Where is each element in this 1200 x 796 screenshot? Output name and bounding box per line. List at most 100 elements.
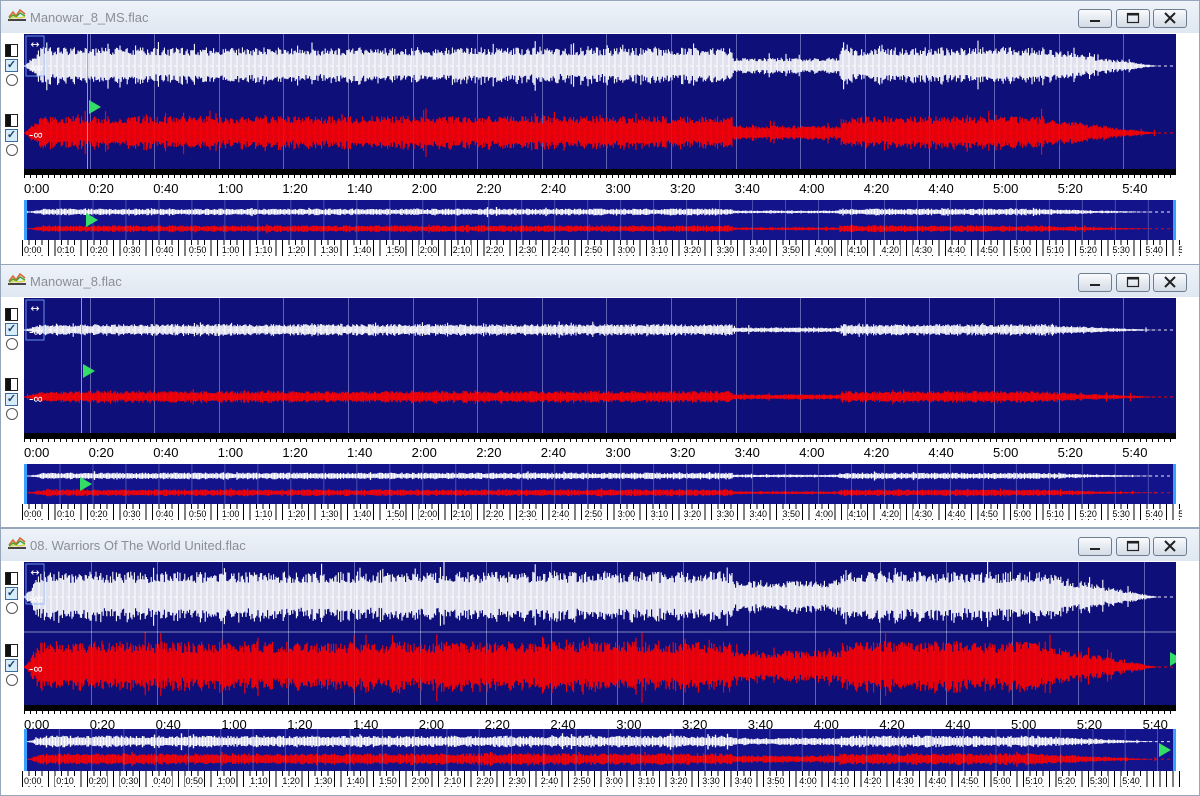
- play-marker-icon[interactable]: [1159, 743, 1171, 757]
- minimize-button[interactable]: [1078, 9, 1112, 28]
- overview-tick-label: 4:10: [847, 509, 868, 519]
- svg-text:↔: ↔: [30, 38, 39, 51]
- overview-tick-label: 1:30: [319, 509, 340, 519]
- channel-selector[interactable]: [5, 644, 18, 657]
- waveform-icon: [8, 8, 26, 22]
- time-tick-label: 0:20: [88, 445, 114, 460]
- time-tick-label: 2:00: [411, 181, 437, 196]
- overview-tick-label: 1:10: [249, 776, 269, 786]
- overview-tick-label: 5:00: [1012, 509, 1032, 519]
- overview-tick-label: 1:10: [253, 245, 274, 255]
- close-button[interactable]: [1153, 9, 1187, 28]
- overview-tick-label: 5:20: [1056, 776, 1077, 786]
- channel-solo-radio[interactable]: [6, 74, 18, 86]
- time-tick-label: 2:20: [476, 445, 502, 460]
- channel-enable-checkbox[interactable]: ✓: [5, 659, 18, 672]
- overview-tick-label: 1:40: [352, 245, 373, 255]
- channel-solo-radio[interactable]: [6, 144, 18, 156]
- play-marker-icon[interactable]: [86, 213, 98, 227]
- overview-tick-label: 1:00: [216, 776, 237, 786]
- title-bar[interactable]: Manowar_8.flac: [1, 265, 1199, 297]
- minimize-button[interactable]: [1078, 273, 1112, 292]
- play-marker-icon[interactable]: [80, 477, 92, 491]
- waveform-main[interactable]: ↔ -∞ -∞: [24, 34, 1176, 169]
- playback-cursor[interactable]: [81, 298, 82, 433]
- channel-solo-radio[interactable]: [6, 674, 18, 686]
- overview-tick-label: 5:40: [1121, 776, 1141, 786]
- maximize-button[interactable]: [1116, 273, 1150, 292]
- channel-enable-checkbox[interactable]: ✓: [5, 129, 18, 142]
- play-marker-icon[interactable]: [89, 100, 101, 114]
- minimize-button[interactable]: [1078, 537, 1112, 556]
- close-button[interactable]: [1153, 273, 1187, 292]
- maximize-button[interactable]: [1116, 537, 1150, 556]
- overview-tick-label: 2:30: [517, 509, 538, 519]
- channel-enable-checkbox[interactable]: ✓: [5, 393, 18, 406]
- close-icon: [1164, 540, 1176, 552]
- overview-tick-label: 4:00: [798, 776, 818, 786]
- channel-enable-checkbox[interactable]: ✓: [5, 323, 18, 336]
- overview-tick-label: 5:30: [1111, 245, 1131, 255]
- time-ruler[interactable]: 0:00 0:20 0:40 1:00 1:20 1:40 2:00 2:20 2:40 3:00…: [22, 442, 1182, 462]
- overview-tick-label: 4:20: [880, 509, 900, 519]
- overview-tick-label: 5:30: [1088, 776, 1109, 786]
- overview-track[interactable]: [24, 729, 1176, 771]
- overview-tick-label: 4:20: [862, 776, 883, 786]
- time-tick-label: 5:20: [1057, 181, 1083, 196]
- overview-tick-label: 0:00: [23, 776, 43, 786]
- overview-track[interactable]: [24, 200, 1176, 240]
- overview-ruler[interactable]: 0:00 0:10 0:20 0:30 0:40 0:50 1:00 1:10 1:20 1:30…: [22, 771, 1182, 787]
- channel-selector[interactable]: [5, 114, 18, 127]
- overview-tick-label: 3:20: [682, 245, 703, 255]
- time-ruler[interactable]: 0:00 0:20 0:40 1:00 1:20 1:40 2:00 2:20 2:40 3:00…: [22, 178, 1182, 198]
- time-tick-label: 3:00: [605, 181, 631, 196]
- maximize-button[interactable]: [1116, 9, 1150, 28]
- channel-selector[interactable]: [5, 44, 18, 57]
- overview-tick-label: 1:50: [385, 245, 406, 255]
- overview-tick-label: 3:10: [636, 776, 657, 786]
- channel-solo-radio[interactable]: [6, 602, 18, 614]
- overview-tick-label: 2:50: [572, 776, 592, 786]
- overview-tick-label: 0:30: [119, 776, 140, 786]
- overview-tick-label: 2:40: [539, 776, 560, 786]
- channel-enable-checkbox[interactable]: ✓: [5, 587, 18, 600]
- channel-solo-radio[interactable]: [6, 408, 18, 420]
- overview-tick-label: 3:50: [781, 245, 802, 255]
- overview-tick-label: 3:00: [604, 776, 624, 786]
- play-marker-icon[interactable]: [83, 364, 95, 378]
- overview-waveform-svg: [27, 464, 1173, 504]
- overview-ruler[interactable]: 0:00 0:10 0:20 0:30 0:40 0:50 1:00 1:10 1:20 1:30…: [22, 504, 1182, 520]
- overview-tick-label: 4:10: [847, 245, 868, 255]
- channel-solo-radio[interactable]: [6, 338, 18, 350]
- time-tick-label: 1:40: [347, 445, 373, 460]
- channel-selector[interactable]: [5, 308, 18, 321]
- title-bar[interactable]: 08. Warriors Of The World United.flac: [1, 529, 1199, 561]
- overview-tick-label: 1:50: [378, 776, 398, 786]
- overview-tick-label: 1:30: [319, 245, 340, 255]
- overview-track[interactable]: [24, 464, 1176, 504]
- playback-cursor[interactable]: [87, 34, 88, 169]
- time-tick-label: 1:20: [282, 445, 308, 460]
- close-button[interactable]: [1153, 537, 1187, 556]
- waveform-main[interactable]: ↔ -∞ -∞: [24, 562, 1176, 705]
- time-tick-label: 4:40: [928, 181, 954, 196]
- overview-tick-label: 5:00: [1012, 245, 1032, 255]
- channel-enable-checkbox[interactable]: ✓: [5, 59, 18, 72]
- title-bar[interactable]: Manowar_8_MS.flac: [1, 1, 1199, 33]
- overview-tick-label: 0:40: [154, 509, 175, 519]
- time-tick-label: 3:40: [734, 181, 760, 196]
- time-tick-label: 5:40: [1122, 181, 1148, 196]
- wave-window: 08. Warriors Of The World United.flac ✓ ✓ ↔…: [0, 528, 1200, 796]
- play-marker-icon[interactable]: [1170, 651, 1176, 666]
- channel-selector[interactable]: [5, 572, 18, 585]
- time-tick-label: 2:00: [411, 445, 437, 460]
- waveform-icon: [8, 272, 26, 286]
- overview-tick-label: 4:40: [946, 245, 966, 255]
- overview-tick-label: 0:10: [55, 776, 75, 786]
- overview-ruler[interactable]: 0:00 0:10 0:20 0:30 0:40 0:50 1:00 1:10 1:20 1:30…: [22, 240, 1182, 256]
- waveform-main[interactable]: ↔ -∞ -∞: [24, 298, 1176, 433]
- peak-level-label: -∞: [29, 391, 43, 406]
- overview-tick-label: 1:00: [220, 509, 241, 519]
- waveform-icon: [8, 536, 26, 550]
- channel-selector[interactable]: [5, 378, 18, 391]
